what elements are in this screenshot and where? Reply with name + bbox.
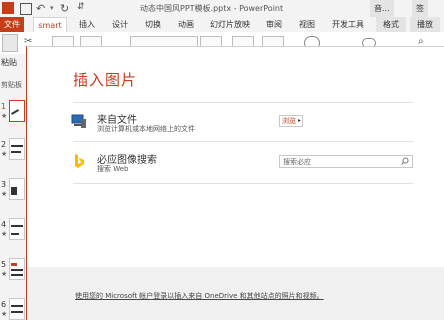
divider	[73, 141, 413, 142]
slide-number: 2	[1, 140, 7, 149]
browse-button[interactable]: 浏览 ▸	[279, 115, 303, 127]
bing-icon	[75, 154, 84, 168]
tab-animations[interactable]: 动画	[172, 17, 200, 32]
bing-search-description: 搜索 Web	[97, 165, 129, 173]
title-tab-audio[interactable]: 音...	[370, 0, 394, 17]
tab-smart[interactable]: smart	[33, 17, 67, 32]
slide-number: 1	[1, 102, 7, 111]
divider	[73, 102, 413, 103]
tab-developer[interactable]: 开发工具	[326, 17, 370, 32]
search-placeholder: 搜索必应	[283, 158, 311, 166]
tab-slideshow[interactable]: 幻灯片放映	[205, 17, 255, 32]
document-title: 动态中国风PPT模板.pptx - PowerPoint	[140, 4, 284, 13]
bing-search-input[interactable]: 搜索必应	[279, 155, 413, 168]
slide-thumbnail-4[interactable]	[9, 218, 25, 240]
tab-insert[interactable]: 插入	[73, 17, 101, 32]
tab-format[interactable]: 格式	[376, 17, 406, 32]
tab-file[interactable]: 文件	[0, 17, 24, 32]
title-bar: ↶ ▾ ↻ ⇵ 动态中国风PPT模板.pptx - PowerPoint 音..…	[0, 0, 444, 17]
slide-thumbnail-1[interactable]	[9, 100, 25, 122]
slide-animation-star: ★	[1, 150, 8, 158]
tab-view[interactable]: 视图	[293, 17, 321, 32]
slide-thumbnail-panel: 粘贴 剪贴板 1 ★ 2 ★ 3 ★ 4 ★ 5 ★ 6 ★	[0, 54, 26, 320]
signin-link[interactable]: 使用您的 Microsoft 帐户登录以插入来自 OneDrive 和其他站点的…	[75, 291, 324, 301]
customize-qat-icon[interactable]: ⇵	[77, 2, 85, 15]
undo-icon[interactable]: ↶	[36, 2, 45, 15]
insert-picture-dialog: 插入图片 来自文件 浏览计算机或本地网络上的文件 浏览 ▸ 必应图像搜索 搜索 …	[26, 46, 444, 320]
ribbon-tabs: 文件 smart 插入 设计 切换 动画 幻灯片放映 审阅 视图 开发工具 格式…	[0, 17, 444, 32]
dialog-title: 插入图片	[73, 71, 138, 89]
slide-animation-star: ★	[1, 190, 8, 198]
slide-number: 4	[1, 220, 7, 229]
tab-playback[interactable]: 播放	[410, 17, 440, 32]
slide-number: 3	[1, 180, 7, 189]
from-file-description: 浏览计算机或本地网络上的文件	[97, 125, 195, 133]
computer-icon	[71, 114, 86, 128]
slide-thumbnail-3[interactable]	[9, 178, 25, 200]
slide-number: 5	[1, 260, 7, 269]
slide-animation-star: ★	[1, 270, 8, 278]
search-icon[interactable]	[401, 157, 409, 165]
save-icon[interactable]	[20, 3, 32, 15]
slide-animation-star: ★	[1, 112, 8, 120]
slide-animation-star: ★	[1, 230, 8, 238]
redo-icon[interactable]: ↻	[60, 2, 69, 15]
browse-label: 浏览	[282, 117, 296, 125]
tab-review[interactable]: 审阅	[260, 17, 288, 32]
undo-dropdown-icon[interactable]: ▾	[50, 4, 54, 17]
dialog-footer: 使用您的 Microsoft 帐户登录以插入来自 OneDrive 和其他站点的…	[27, 267, 444, 320]
slide-thumbnail-2[interactable]	[9, 138, 25, 160]
tab-transitions[interactable]: 切换	[139, 17, 167, 32]
powerpoint-logo-icon	[2, 2, 14, 14]
chevron-right-icon: ▸	[297, 117, 301, 124]
paste-label: 粘贴	[1, 58, 17, 67]
clipboard-label: 剪贴板	[1, 81, 22, 89]
slide-number: 6	[1, 300, 7, 309]
slide-animation-star: ★	[1, 310, 8, 318]
divider	[73, 183, 413, 184]
slide-thumbnail-6[interactable]	[9, 298, 25, 320]
tab-design[interactable]: 设计	[106, 17, 134, 32]
slide-thumbnail-5[interactable]	[9, 258, 25, 280]
paste-icon[interactable]	[2, 34, 18, 52]
title-tab-sign[interactable]: 签	[412, 0, 428, 17]
